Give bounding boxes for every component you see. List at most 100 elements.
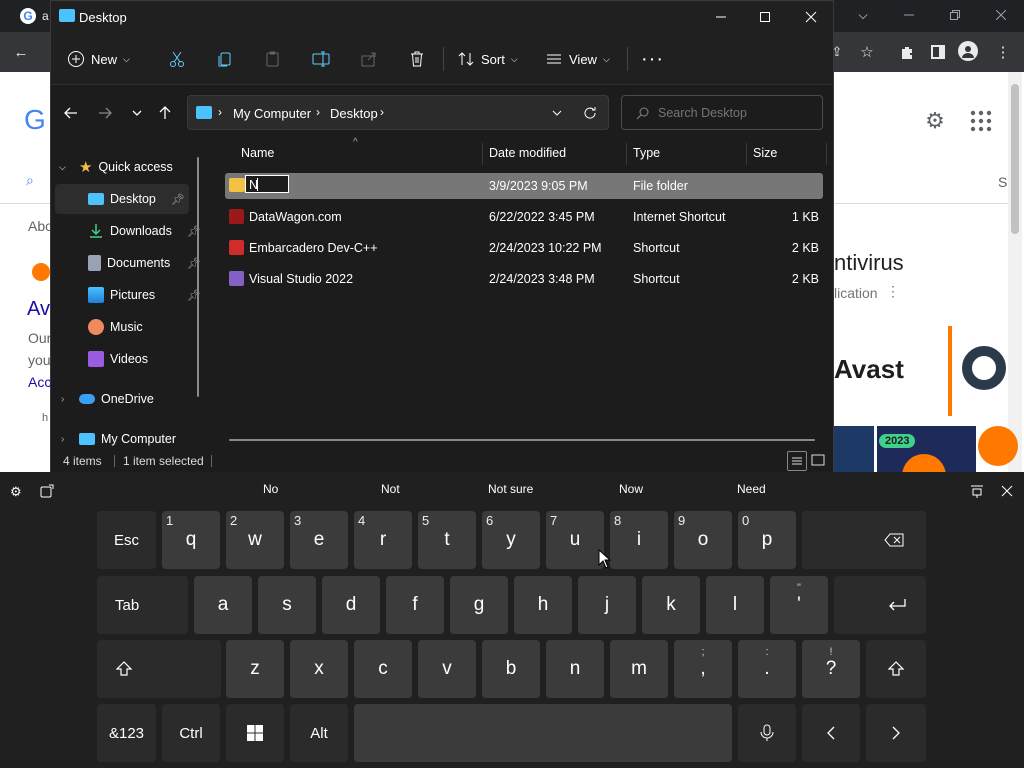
sidebar-item-videos[interactable]: Videos: [51, 344, 201, 374]
delete-button[interactable]: [405, 43, 429, 75]
key-j[interactable]: j: [578, 576, 636, 634]
key-g[interactable]: g: [450, 576, 508, 634]
new-button[interactable]: New ⌵: [67, 43, 130, 75]
key-w[interactable]: 2w: [226, 511, 284, 569]
column-divider[interactable]: [826, 143, 827, 165]
sidebar-item-onedrive[interactable]: › OneDrive: [51, 384, 201, 414]
copy-button[interactable]: [213, 43, 237, 75]
chevron-down-icon[interactable]: ⌵: [852, 4, 874, 26]
chevron-right-icon[interactable]: ›: [51, 434, 73, 445]
breadcrumb-my-computer[interactable]: My Computer: [233, 106, 311, 121]
key-ctrl[interactable]: Ctrl: [162, 704, 220, 762]
key-esc[interactable]: Esc: [97, 511, 156, 569]
table-row[interactable]: DataWagon.com 6/22/2022 3:45 PM Internet…: [225, 204, 823, 230]
more-options-icon[interactable]: ⋮: [886, 283, 900, 300]
key-k[interactable]: k: [642, 576, 700, 634]
sidebar-scrollbar[interactable]: [197, 157, 199, 397]
suggestion-item[interactable]: Need: [737, 482, 766, 496]
breadcrumb-separator[interactable]: ›: [316, 105, 320, 119]
view-button[interactable]: View ⌵: [545, 43, 610, 75]
table-row[interactable]: Visual Studio 2022 2/24/2023 3:48 PM Sho…: [225, 266, 823, 292]
share-button[interactable]: [357, 43, 381, 75]
recent-locations-chevron-icon[interactable]: [129, 105, 145, 121]
column-header-type[interactable]: Type: [633, 141, 660, 165]
key-y[interactable]: 6y: [482, 511, 540, 569]
chevron-right-icon[interactable]: ›: [51, 394, 73, 405]
column-header-date[interactable]: Date modified: [489, 141, 566, 165]
image-thumb-1[interactable]: [834, 426, 874, 472]
bookmark-star-icon[interactable]: ☆: [856, 41, 878, 63]
key-microphone[interactable]: [738, 704, 796, 762]
table-row[interactable]: N 3/9/2023 9:05 PM File folder: [225, 173, 823, 199]
column-header-name[interactable]: Name: [241, 141, 274, 165]
key-v[interactable]: v: [418, 640, 476, 698]
close-icon[interactable]: [803, 9, 819, 25]
sidebar-item-quick-access[interactable]: ⌵ ★ Quick access: [51, 152, 201, 182]
search-tab-icon[interactable]: ⌕: [26, 172, 34, 189]
search-box[interactable]: [621, 95, 823, 130]
side-panel-icon[interactable]: [927, 41, 949, 63]
key-o[interactable]: 9o: [674, 511, 732, 569]
chevron-down-icon[interactable]: ⌵: [51, 162, 73, 173]
rename-button[interactable]: [309, 43, 333, 75]
cut-button[interactable]: [165, 43, 189, 75]
more-options-icon[interactable]: ···: [641, 43, 664, 75]
key-comma[interactable]: ;,: [674, 640, 732, 698]
key-arrow-right[interactable]: [866, 704, 926, 762]
column-divider[interactable]: [626, 143, 627, 165]
breadcrumb-separator[interactable]: ›: [380, 105, 384, 119]
column-divider[interactable]: [482, 143, 483, 165]
minimize-icon[interactable]: [898, 4, 920, 26]
suggestion-item[interactable]: No: [263, 482, 278, 496]
minimize-icon[interactable]: [713, 9, 729, 25]
explorer-title-bar[interactable]: Desktop: [51, 1, 833, 33]
paste-button[interactable]: [261, 43, 285, 75]
address-bar[interactable]: › My Computer › Desktop ›: [187, 95, 609, 130]
key-r[interactable]: 4r: [354, 511, 412, 569]
key-period[interactable]: :.: [738, 640, 796, 698]
close-icon[interactable]: [990, 4, 1012, 26]
breadcrumb-desktop[interactable]: Desktop: [330, 106, 378, 121]
key-apostrophe[interactable]: " ': [770, 576, 828, 634]
back-arrow-icon[interactable]: ←: [10, 41, 32, 63]
key-z[interactable]: z: [226, 640, 284, 698]
search-input[interactable]: [658, 102, 808, 124]
key-m[interactable]: m: [610, 640, 668, 698]
key-u[interactable]: 7u: [546, 511, 604, 569]
key-t[interactable]: 5t: [418, 511, 476, 569]
chrome-scrollbar[interactable]: [1008, 72, 1022, 472]
key-x[interactable]: x: [290, 640, 348, 698]
key-question[interactable]: !?: [802, 640, 860, 698]
key-windows[interactable]: [226, 704, 284, 762]
column-divider[interactable]: [746, 143, 747, 165]
up-arrow-icon[interactable]: [157, 105, 173, 121]
key-a[interactable]: a: [194, 576, 252, 634]
keyboard-settings-gear-icon[interactable]: ⚙: [10, 484, 24, 499]
sidebar-item-pictures[interactable]: Pictures 📌︎: [51, 280, 201, 310]
suggestion-item[interactable]: Not: [381, 482, 400, 496]
key-tab[interactable]: Tab: [97, 576, 188, 634]
address-dropdown-chevron-icon[interactable]: [550, 106, 564, 120]
refresh-icon[interactable]: [582, 105, 598, 121]
forward-arrow-icon[interactable]: [97, 105, 113, 121]
key-h[interactable]: h: [514, 576, 572, 634]
rename-input[interactable]: N: [245, 175, 289, 193]
chrome-menu-icon[interactable]: ⋮: [992, 41, 1014, 63]
pin-icon[interactable]: 📌︎: [171, 193, 185, 206]
key-c[interactable]: c: [354, 640, 412, 698]
sidebar-item-my-computer[interactable]: › My Computer: [51, 424, 201, 454]
key-e[interactable]: 3e: [290, 511, 348, 569]
key-shift-right[interactable]: [866, 640, 926, 698]
key-backspace[interactable]: [802, 511, 926, 569]
profile-avatar-icon[interactable]: [958, 41, 978, 61]
sidebar-item-desktop[interactable]: Desktop 📌︎: [55, 184, 189, 214]
key-s[interactable]: s: [258, 576, 316, 634]
breadcrumb-separator[interactable]: ›: [218, 105, 222, 119]
image-thumb-2[interactable]: 2023: [877, 426, 976, 498]
apps-grid-icon[interactable]: [970, 110, 992, 132]
key-n[interactable]: n: [546, 640, 604, 698]
sidebar-item-music[interactable]: Music: [51, 312, 201, 342]
restore-icon[interactable]: [944, 4, 966, 26]
sort-button[interactable]: Sort ⌵: [457, 43, 518, 75]
sidebar-item-documents[interactable]: Documents 📌︎: [51, 248, 201, 278]
